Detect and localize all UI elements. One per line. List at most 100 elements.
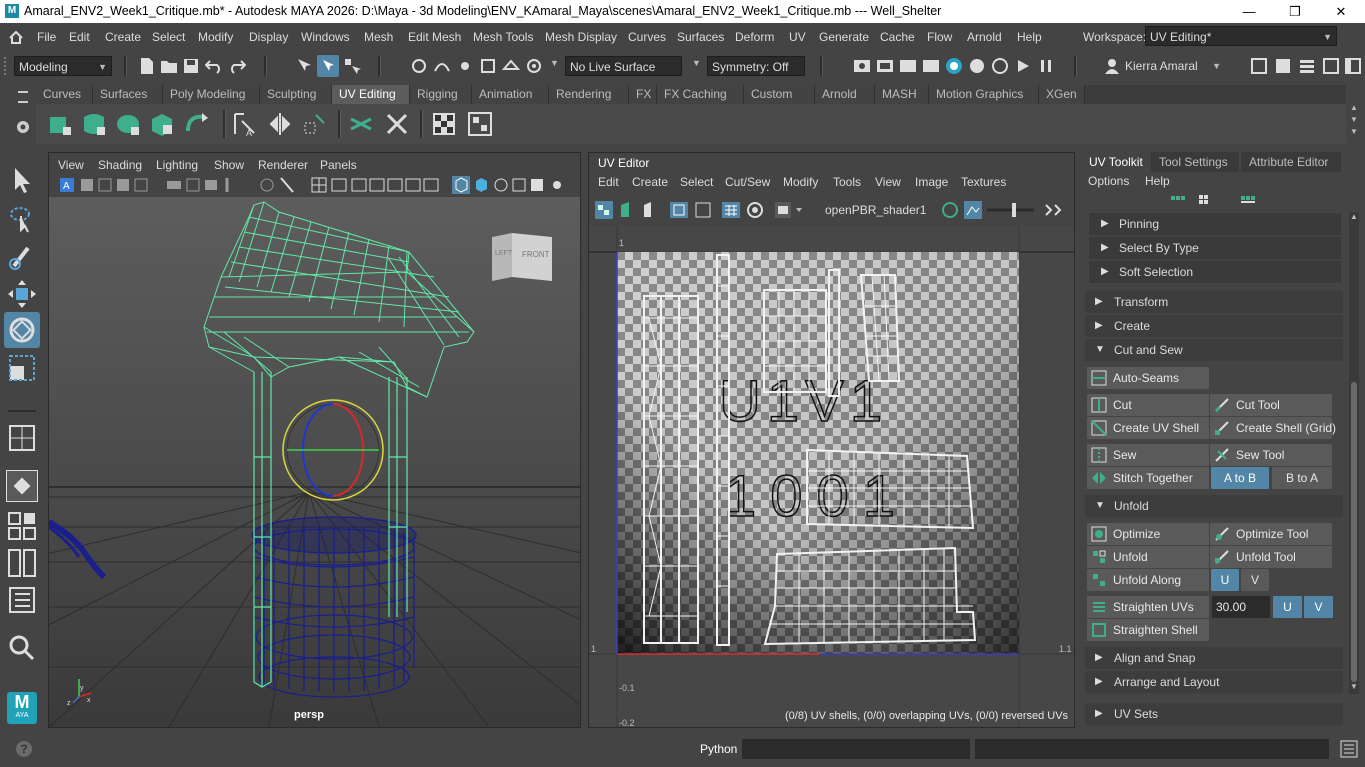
four-view-layout-icon[interactable]	[6, 510, 38, 542]
menu-edit[interactable]: Edit	[69, 30, 90, 44]
tab-uv-toolkit[interactable]: UV Toolkit	[1081, 152, 1149, 172]
menu-select[interactable]: Select	[152, 30, 185, 44]
sew-tool-button[interactable]: Sew Tool	[1210, 444, 1332, 466]
ipr-icon[interactable]	[899, 57, 917, 75]
straighten-u-button[interactable]: U	[1273, 596, 1302, 618]
automatic-mapping-icon[interactable]	[149, 111, 175, 137]
user-account-dropdown[interactable]: Kierra Amaral ▼	[1101, 56, 1225, 76]
uv-menu-modify[interactable]: Modify	[783, 175, 818, 189]
command-input[interactable]	[742, 739, 970, 759]
shader-name[interactable]: openPBR_shader1	[825, 203, 926, 217]
menu-edit-mesh[interactable]: Edit Mesh	[408, 30, 461, 44]
arnold-ipr-icon[interactable]	[1014, 57, 1032, 75]
help-icon[interactable]: ?	[16, 741, 32, 757]
viewport-menu-view[interactable]: View	[58, 158, 84, 172]
tab-attribute-editor[interactable]: Attribute Editor	[1241, 152, 1341, 172]
outliner-icon[interactable]	[6, 584, 38, 616]
uv-menu-cut-sew[interactable]: Cut/Sew	[725, 175, 770, 189]
uv-toolbar-icons[interactable]	[589, 197, 819, 223]
section-arrange-and-layout[interactable]: ▶ Arrange and Layout	[1085, 671, 1343, 693]
save-scene-icon[interactable]	[182, 57, 200, 75]
section-align-and-snap[interactable]: ▶ Align and Snap	[1085, 647, 1343, 669]
symmetrize-icon[interactable]	[267, 111, 293, 137]
shelf-scroll[interactable]: ▲ ▼ ▼	[1348, 102, 1360, 142]
sew-uv-edges-icon[interactable]	[384, 111, 410, 137]
viewport-menu-renderer[interactable]: Renderer	[258, 158, 308, 172]
cut-tool-button[interactable]: Cut Tool	[1210, 394, 1332, 416]
pause-icon[interactable]	[1037, 57, 1055, 75]
chevron-down-icon[interactable]: ▼	[692, 58, 701, 68]
viewport-panel-icons[interactable]: A	[49, 173, 580, 197]
unfold-button[interactable]: Unfold	[1087, 546, 1209, 568]
redo-icon[interactable]	[228, 57, 246, 75]
viewport-menu-shading[interactable]: Shading	[98, 158, 142, 172]
menu-create[interactable]: Create	[105, 30, 141, 44]
unfold-along-u-button[interactable]: U	[1211, 569, 1239, 591]
rotate-tool-icon[interactable]	[4, 312, 40, 348]
new-scene-icon[interactable]	[138, 57, 156, 75]
close-button[interactable]: ✕	[1318, 0, 1364, 23]
shelf-tab-fx[interactable]: FX	[629, 85, 657, 104]
snap-view-icon[interactable]	[479, 57, 497, 75]
uv-menu-edit[interactable]: Edit	[598, 175, 619, 189]
shelf-tab-custom[interactable]: Custom	[744, 85, 815, 104]
shelf-tab-rendering[interactable]: Rendering	[549, 85, 629, 104]
render-settings-icon[interactable]	[922, 57, 940, 75]
menu-generate[interactable]: Generate	[819, 30, 869, 44]
shelf-tab-rigging[interactable]: Rigging	[410, 85, 472, 104]
uv-menu-textures[interactable]: Textures	[961, 175, 1006, 189]
checker-toggle-icon[interactable]	[467, 111, 493, 137]
shelf-tab-surfaces[interactable]: Surfaces	[93, 85, 163, 104]
toolkit-scrollbar[interactable]: ▲ ▼	[1349, 212, 1359, 694]
python-label[interactable]: Python	[700, 742, 737, 756]
uv-menu-select[interactable]: Select	[680, 175, 713, 189]
section-pinning[interactable]: ▶ Pinning	[1089, 213, 1341, 235]
scroll-up-icon[interactable]: ▲	[1350, 212, 1358, 221]
section-cut-and-sew[interactable]: ▼ Cut and Sew	[1085, 339, 1343, 361]
section-select-by-type[interactable]: ▶ Select By Type	[1089, 237, 1341, 259]
cylindrical-mapping-icon[interactable]	[81, 111, 107, 137]
minimize-button[interactable]: —	[1226, 0, 1272, 23]
auto-seams-button[interactable]: Auto-Seams	[1087, 367, 1209, 389]
scale-tool-icon[interactable]	[6, 352, 38, 384]
scroll-down-icon[interactable]: ▼	[1350, 682, 1358, 691]
viewport-menu-panels[interactable]: Panels	[320, 158, 357, 172]
tab-tool-settings[interactable]: Tool Settings	[1151, 152, 1239, 172]
menu-arnold[interactable]: Arnold	[967, 30, 1002, 44]
straighten-angle-field[interactable]: 30.00	[1212, 596, 1270, 618]
optimize-tool-button[interactable]: Optimize Tool	[1210, 523, 1332, 545]
shelf-tab-curves[interactable]: Curves	[36, 85, 93, 104]
maya-logo[interactable]: M AYA	[7, 692, 37, 724]
undo-icon[interactable]	[205, 57, 223, 75]
menu-surfaces[interactable]: Surfaces	[677, 30, 724, 44]
camera-based-mapping-icon[interactable]	[184, 111, 210, 137]
viewcube-front-label[interactable]: FRONT	[522, 250, 550, 259]
select-component-icon[interactable]	[343, 57, 361, 75]
select-hierarchy-icon[interactable]	[296, 57, 314, 75]
straighten-uvs-button[interactable]: Straighten UVs	[1087, 596, 1209, 618]
unfold-tool-button[interactable]: Unfold Tool	[1210, 546, 1332, 568]
arnold-render-icon[interactable]	[991, 57, 1009, 75]
straighten-shell-button[interactable]: Straighten Shell	[1087, 619, 1209, 641]
shelf-tab-motion-graphics[interactable]: Motion Graphics	[929, 85, 1039, 104]
render-view-icon[interactable]	[968, 57, 986, 75]
shelf-tab-uv-editing[interactable]: UV Editing	[332, 85, 410, 104]
toolkit-menu-help[interactable]: Help	[1145, 174, 1170, 188]
shelf-tab-mash[interactable]: MASH	[875, 85, 929, 104]
rotate-manipulator[interactable]	[282, 399, 384, 501]
optimize-button[interactable]: Optimize	[1087, 523, 1209, 545]
menu-display[interactable]: Display	[249, 30, 288, 44]
create-shell-grid-button[interactable]: Create Shell (Grid)	[1210, 417, 1336, 439]
cut-uv-edges-icon[interactable]	[348, 111, 374, 137]
menu-help[interactable]: Help	[1017, 30, 1042, 44]
section-unfold[interactable]: ▼ Unfold	[1085, 495, 1343, 517]
uv-menu-tools[interactable]: Tools	[833, 175, 861, 189]
section-transform[interactable]: ▶ Transform	[1085, 291, 1343, 313]
menu-modify[interactable]: Modify	[198, 30, 233, 44]
modeling-toolkit-icon[interactable]	[1250, 57, 1268, 75]
checker-map-icon[interactable]	[431, 111, 457, 137]
create-uv-shell-button[interactable]: Create UV Shell	[1087, 417, 1209, 439]
uv-menu-view[interactable]: View	[875, 175, 901, 189]
cut-button[interactable]: Cut	[1087, 394, 1209, 416]
render-frame-icon[interactable]	[853, 57, 871, 75]
